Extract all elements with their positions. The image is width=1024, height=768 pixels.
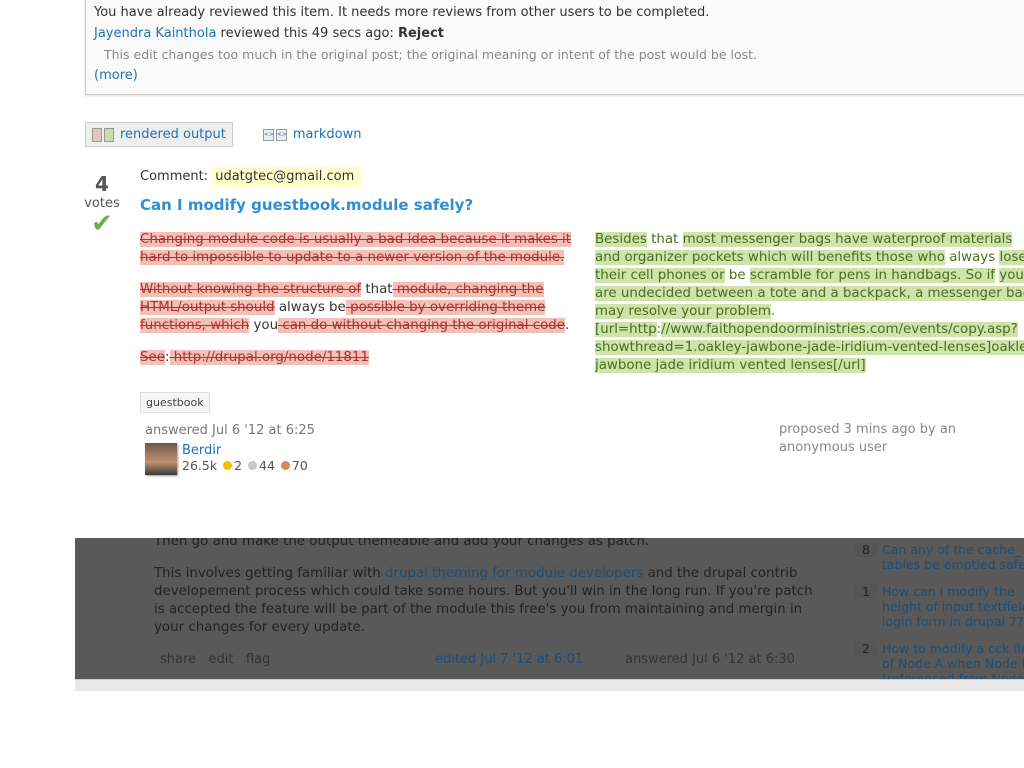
tab-rendered-output[interactable]: rendered output (85, 122, 233, 147)
bronze-count: 70 (291, 458, 308, 473)
flag-link[interactable]: flag (246, 652, 270, 667)
edited-content: Besides that most messenger bags have wa… (595, 231, 1024, 389)
bg-paragraph: This involves getting familiar with drup… (154, 566, 813, 635)
diff-paragraph: See: http://drupal.org/node/11811 (140, 349, 585, 367)
votes-number: 4 (95, 172, 109, 196)
removed-text: can do without changing the original cod… (278, 318, 566, 333)
reviewer-link[interactable]: Jayendra Kainthola (94, 26, 216, 41)
user-link[interactable]: Berdir (182, 443, 221, 458)
answer-signature: answered Jul 6 '12 at 6:25 Berdir 26.5k … (145, 422, 315, 475)
removed-text: Without knowing the structure of (140, 282, 362, 297)
bg-answered-time: answered Jul 6 '12 at 6:30 (625, 652, 795, 667)
diff-view-tabs: rendered output <> <> markdown (85, 122, 367, 147)
unchanged-text: : (164, 350, 170, 365)
bronze-badge-icon (280, 461, 290, 470)
proposed-by: proposed 3 mins ago by an anonymous user (779, 422, 957, 455)
original-content: Changing module code is usually a bad id… (140, 231, 585, 381)
unchanged-text: always (944, 250, 1000, 265)
diff-paragraph: Changing module code is usually a bad id… (140, 231, 585, 267)
comment-value: udatgtec@gmail.com (212, 167, 362, 187)
vote-count: 4 votes ✔ (84, 172, 120, 237)
related-item[interactable]: 8 Can any of the cache_ tables be emptied… (855, 542, 1024, 572)
reviewed-text: reviewed this 49 secs ago: (216, 26, 398, 41)
unchanged-text: . (770, 304, 776, 319)
verdict: Reject (397, 26, 444, 41)
added-text: scramble for pens in handbags. So if (749, 268, 996, 283)
diff-paragraph: Without knowing the structure of that mo… (140, 281, 585, 335)
gold-badge-icon (223, 461, 233, 470)
unchanged-text: you (249, 318, 279, 333)
horizontal-scrollbar[interactable] (75, 679, 1024, 691)
notice-text: You have already reviewed this item. It … (94, 5, 710, 20)
reputation: 26.5k (182, 458, 218, 473)
gold-count: 2 (234, 458, 243, 473)
answered-time: answered Jul 6 '12 at 6:25 (145, 423, 315, 438)
markdown-icon: <> <> (262, 128, 287, 141)
avatar[interactable] (145, 443, 177, 475)
tab-label: rendered output (120, 127, 226, 142)
more-link[interactable]: (more) (94, 68, 138, 83)
removed-text: See (140, 350, 165, 365)
reject-reason: This edit changes too much in the origin… (104, 47, 757, 62)
edit-comment: Comment: udatgtec@gmail.com (140, 166, 362, 188)
tag-guestbook[interactable]: guestbook (140, 392, 210, 413)
rendered-output-icon (92, 127, 114, 142)
bg-link[interactable]: drupal theming for module developers (385, 566, 643, 581)
added-text: [url=http (595, 322, 657, 337)
unchanged-text: that (361, 282, 393, 297)
silver-badge-icon (248, 461, 257, 470)
added-text: Besides (595, 232, 647, 247)
related-item[interactable]: 1 How can I modify the height of input te… (855, 584, 1024, 629)
unchanged-text: that (646, 232, 683, 247)
silver-count: 44 (259, 458, 275, 473)
review-notice: You have already reviewed this item. It … (85, 0, 1024, 95)
post-menu: share edit flag (160, 652, 270, 667)
accepted-check-icon: ✔ (91, 209, 113, 239)
removed-text: http://drupal.org/node/11811 (169, 350, 369, 365)
edited-time[interactable]: edited Jul 7 '12 at 6:01 (435, 652, 583, 667)
removed-text: Changing module code is usually a bad id… (140, 232, 572, 265)
unchanged-text: . (565, 318, 570, 333)
edit-link[interactable]: edit (208, 652, 233, 667)
dimmed-background-page: Then go and make the output themeable an… (75, 538, 1024, 690)
tab-markdown[interactable]: <> <> markdown (257, 122, 368, 147)
share-link[interactable]: share (160, 652, 196, 667)
question-title[interactable]: Can I modify guestbook.module safely? (140, 196, 473, 214)
bg-text: Then go and make the output themeable an… (154, 538, 650, 549)
unchanged-text: be (724, 268, 750, 283)
comment-label: Comment: (140, 169, 213, 184)
unchanged-text: always be (274, 300, 346, 315)
tab-label: markdown (292, 127, 362, 142)
